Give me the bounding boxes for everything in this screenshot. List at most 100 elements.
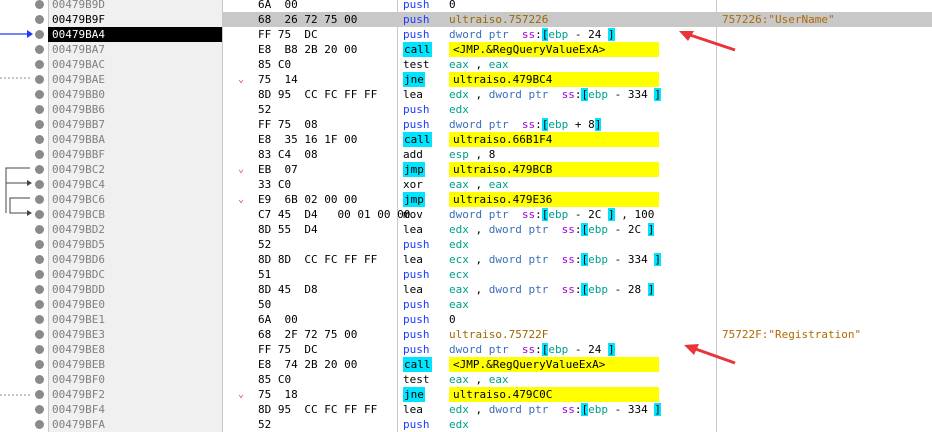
instruction-row[interactable]: 00479BC6 ⌄ E9 6B 02 00 00 jmp ultraiso.479E3… bbox=[0, 192, 932, 207]
instruction-row[interactable]: 00479B9D 6A 00 push 0 bbox=[0, 0, 932, 12]
instruction-operands: dword ptr ss:[ebp + 8] bbox=[449, 117, 602, 132]
breakpoint-dot-icon[interactable] bbox=[35, 45, 44, 54]
breakpoint-dot-icon[interactable] bbox=[35, 315, 44, 324]
operand-token: : bbox=[535, 118, 542, 131]
instruction-row[interactable]: 00479BB6 52 push edx bbox=[0, 102, 932, 117]
instruction-row[interactable]: 00479BCB C7 45 D4 00 01 00 00 mov dword ptr… bbox=[0, 207, 932, 222]
instruction-bytes: 51 bbox=[258, 268, 272, 281]
breakpoint-dot-icon[interactable] bbox=[35, 195, 44, 204]
instruction-bytes: 52 bbox=[258, 418, 272, 431]
breakpoint-dot-icon[interactable] bbox=[35, 420, 44, 429]
instruction-row[interactable]: 00479BF4 8D 95 CC FC FF FF lea edx , dword … bbox=[0, 402, 932, 417]
instruction-row[interactable]: 00479BB0 8D 95 CC FC FF FF lea edx , dword … bbox=[0, 87, 932, 102]
breakpoint-dot-icon[interactable] bbox=[35, 375, 44, 384]
instruction-row[interactable]: 00479BE8 FF 75 DC push dword ptr ss:[ebp - … bbox=[0, 342, 932, 357]
breakpoint-dot-icon[interactable] bbox=[35, 360, 44, 369]
instruction-mnemonic: push bbox=[403, 13, 430, 26]
breakpoint-dot-icon[interactable] bbox=[35, 75, 44, 84]
breakpoint-dot-icon[interactable] bbox=[35, 60, 44, 69]
breakpoint-dot-icon[interactable] bbox=[35, 390, 44, 399]
breakpoint-dot-icon[interactable] bbox=[35, 135, 44, 144]
breakpoint-dot-icon[interactable] bbox=[35, 255, 44, 264]
breakpoint-dot-icon[interactable] bbox=[35, 180, 44, 189]
breakpoint-dot-icon[interactable] bbox=[35, 90, 44, 99]
breakpoint-dot-icon[interactable] bbox=[35, 210, 44, 219]
instruction-mnemonic: lea bbox=[403, 223, 423, 236]
operand-token: ebp bbox=[588, 253, 608, 266]
breakpoint-dot-icon[interactable] bbox=[35, 15, 44, 24]
instruction-mnemonic: lea bbox=[403, 88, 423, 101]
instruction-row[interactable]: 00479B9F 68 26 72 75 00 push ultraiso.75722… bbox=[0, 12, 932, 27]
instruction-address: 00479BE3 bbox=[52, 328, 105, 341]
breakpoint-dot-icon[interactable] bbox=[35, 30, 44, 39]
instruction-row[interactable]: 00479BE0 50 push eax bbox=[0, 297, 932, 312]
instruction-mnemonic: call bbox=[403, 42, 432, 57]
instruction-row[interactable]: 00479BA4 FF 75 DC push dword ptr ss:[ebp - … bbox=[0, 27, 932, 42]
instruction-row[interactable]: 00479BA7 E8 B8 2B 20 00 call <JMP.&RegQuery… bbox=[0, 42, 932, 57]
operand-token: ss bbox=[521, 343, 536, 356]
breakpoint-dot-icon[interactable] bbox=[35, 225, 44, 234]
breakpoint-dot-icon[interactable] bbox=[35, 105, 44, 114]
operand-token: , bbox=[468, 283, 489, 296]
instruction-operands: edx bbox=[449, 102, 469, 117]
instruction-operands: ultraiso.757226 bbox=[449, 12, 548, 27]
instruction-mnemonic: push bbox=[403, 328, 430, 341]
breakpoint-dot-icon[interactable] bbox=[35, 345, 44, 354]
instruction-row[interactable]: 00479BC2 ⌄ EB 07 jmp ultraiso.479BCB bbox=[0, 162, 932, 177]
instruction-row[interactable]: 00479BBA E8 35 16 1F 00 call ultraiso.66B1F… bbox=[0, 132, 932, 147]
instruction-row[interactable]: 00479BAC 85 C0 test eax , eax bbox=[0, 57, 932, 72]
instruction-address: 00479BBA bbox=[52, 133, 105, 146]
instruction-row[interactable]: 00479BFA 52 push edx bbox=[0, 417, 932, 432]
instruction-row[interactable]: 00479BDC 51 push ecx bbox=[0, 267, 932, 282]
instruction-row[interactable]: 00479BEB E8 74 2B 20 00 call <JMP.&RegQuery… bbox=[0, 357, 932, 372]
operand-token: ebp bbox=[588, 403, 608, 416]
instruction-row[interactable]: 00479BB7 FF 75 08 push dword ptr ss:[ebp + … bbox=[0, 117, 932, 132]
instruction-bytes: 8D 8D CC FC FF FF bbox=[258, 253, 378, 266]
breakpoint-dot-icon[interactable] bbox=[35, 405, 44, 414]
instruction-mnemonic: lea bbox=[403, 403, 423, 416]
instruction-mnemonic: push bbox=[403, 103, 430, 116]
instruction-bytes: E8 B8 2B 20 00 bbox=[258, 43, 358, 56]
operand-token: ebp bbox=[548, 28, 569, 41]
breakpoint-dot-icon[interactable] bbox=[35, 285, 44, 294]
breakpoint-dot-icon[interactable] bbox=[35, 0, 44, 9]
instruction-row[interactable]: 00479BC4 33 C0 xor eax , eax bbox=[0, 177, 932, 192]
instruction-row[interactable]: 00479BF2 ⌄ 75 18 jne ultraiso.479C0C bbox=[0, 387, 932, 402]
operand-token: 0 bbox=[449, 313, 456, 326]
instruction-row[interactable]: 00479BD2 8D 55 D4 lea edx , dword ptr ss:[e… bbox=[0, 222, 932, 237]
operand-token: ecx bbox=[449, 268, 469, 281]
breakpoint-dot-icon[interactable] bbox=[35, 300, 44, 309]
instruction-operands: dword ptr ss:[ebp - 24 ] bbox=[449, 27, 615, 42]
instruction-mnemonic: call bbox=[403, 357, 432, 372]
breakpoint-dot-icon[interactable] bbox=[35, 150, 44, 159]
instruction-address: 00479BDC bbox=[52, 268, 105, 281]
instruction-operands: ultraiso.479C0C bbox=[449, 387, 659, 402]
breakpoint-dot-icon[interactable] bbox=[35, 330, 44, 339]
operand-token: ss bbox=[561, 253, 575, 266]
instruction-row[interactable]: 00479BBF 83 C4 08 add esp , 8 bbox=[0, 147, 932, 162]
instruction-row[interactable]: 00479BF0 85 C0 test eax , eax bbox=[0, 372, 932, 387]
instruction-mnemonic: test bbox=[403, 58, 430, 71]
instruction-row[interactable]: 00479BE3 68 2F 72 75 00 push ultraiso.75722… bbox=[0, 327, 932, 342]
breakpoint-dot-icon[interactable] bbox=[35, 270, 44, 279]
instruction-row[interactable]: 00479BD6 8D 8D CC FC FF FF lea ecx , dword … bbox=[0, 252, 932, 267]
operand-token: ss bbox=[561, 223, 575, 236]
instruction-row[interactable]: 00479BAE ⌄ 75 14 jne ultraiso.479BC4 bbox=[0, 72, 932, 87]
instruction-operands: 0 bbox=[449, 312, 456, 327]
instruction-row[interactable]: 00479BDD 8D 45 D8 lea eax , dword ptr ss:[e… bbox=[0, 282, 932, 297]
instruction-address: 00479BEB bbox=[52, 358, 105, 371]
operand-token: ebp bbox=[588, 88, 608, 101]
breakpoint-dot-icon[interactable] bbox=[35, 120, 44, 129]
instruction-comment: 75722F:"Registration" bbox=[722, 328, 862, 341]
instruction-address: 00479BB0 bbox=[52, 88, 105, 101]
operand-token: - 28 bbox=[607, 283, 648, 296]
operand-token: ultraiso.479BC4 bbox=[453, 73, 553, 86]
instruction-row[interactable]: 00479BE1 6A 00 push 0 bbox=[0, 312, 932, 327]
breakpoint-dot-icon[interactable] bbox=[35, 165, 44, 174]
instruction-row[interactable]: 00479BD5 52 push edx bbox=[0, 237, 932, 252]
operand-token: ss bbox=[561, 283, 575, 296]
instruction-address: 00479BAC bbox=[52, 58, 105, 71]
operand-token: ultraiso.479C0C bbox=[453, 388, 553, 401]
breakpoint-dot-icon[interactable] bbox=[35, 240, 44, 249]
instruction-mnemonic: push bbox=[403, 0, 430, 11]
